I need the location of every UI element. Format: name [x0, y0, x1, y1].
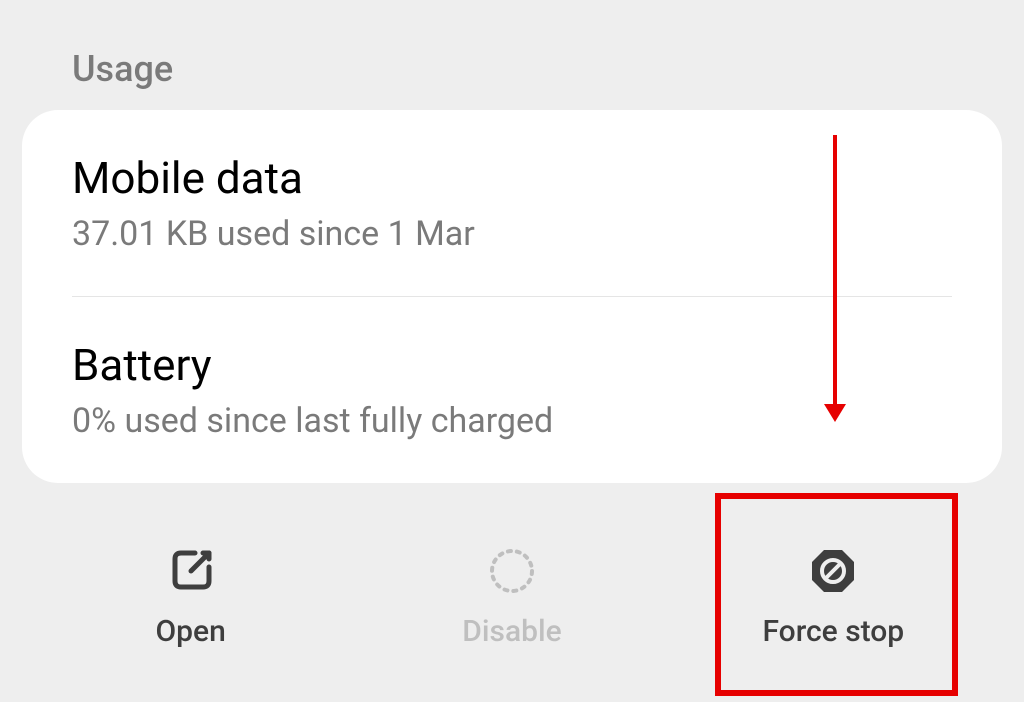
list-item-battery[interactable]: Battery 0% used since last fully charged — [22, 297, 1002, 483]
usage-card: Mobile data 37.01 KB used since 1 Mar Ba… — [22, 110, 1002, 483]
mobile-data-title: Mobile data — [72, 152, 952, 204]
disable-icon — [487, 546, 537, 596]
open-icon — [166, 546, 216, 596]
open-button[interactable]: Open — [30, 546, 351, 649]
annotation-arrow-line — [833, 135, 837, 410]
bottom-action-bar: Open Disable Force stop — [0, 512, 1024, 702]
force-stop-icon — [808, 546, 858, 596]
disable-button: Disable — [351, 546, 672, 649]
mobile-data-subtitle: 37.01 KB used since 1 Mar — [72, 214, 952, 254]
annotation-arrow-head — [824, 404, 846, 422]
force-stop-label: Force stop — [762, 614, 904, 649]
battery-subtitle: 0% used since last fully charged — [72, 401, 952, 441]
battery-title: Battery — [72, 339, 952, 391]
list-item-mobile-data[interactable]: Mobile data 37.01 KB used since 1 Mar — [22, 110, 1002, 296]
disable-label: Disable — [462, 614, 561, 649]
open-label: Open — [156, 614, 226, 649]
force-stop-button[interactable]: Force stop — [673, 546, 994, 649]
section-header-usage: Usage — [0, 0, 1024, 110]
